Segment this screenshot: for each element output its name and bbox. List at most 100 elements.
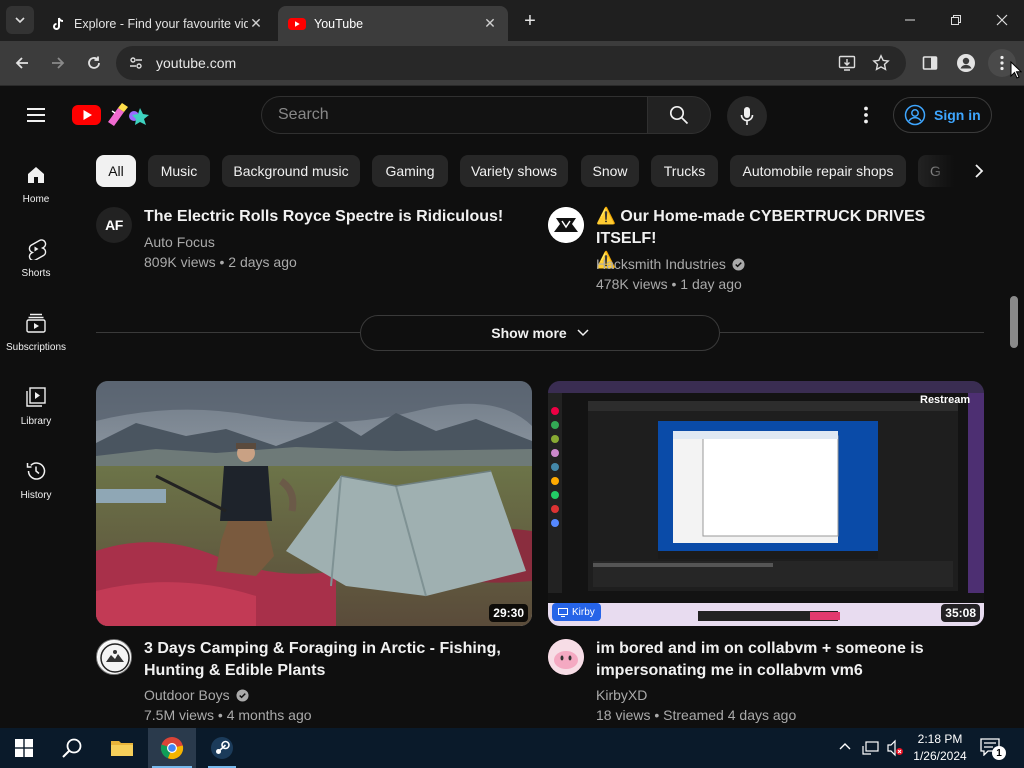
channel-name[interactable]: Auto Focus <box>144 232 215 252</box>
site-info-icon[interactable] <box>128 55 144 71</box>
close-window-button[interactable] <box>982 0 1022 40</box>
hacksmith-logo-icon <box>548 207 584 243</box>
chip-variety-shows[interactable]: Variety shows <box>460 155 568 187</box>
new-tab-button[interactable]: + <box>516 8 544 34</box>
restore-button[interactable] <box>936 0 976 40</box>
channel-name[interactable]: Outdoor Boys <box>144 685 249 705</box>
close-tab-icon[interactable]: ✕ <box>482 15 498 32</box>
channel-name[interactable]: Hacksmith Industries <box>596 254 745 274</box>
back-button[interactable] <box>8 49 36 77</box>
search-input[interactable]: Search <box>261 96 647 134</box>
windows-logo-icon <box>15 739 33 757</box>
volume-button[interactable] <box>886 739 904 757</box>
notification-center-button[interactable]: 1 <box>980 738 1008 760</box>
chevron-up-icon <box>839 743 851 750</box>
chip-snow[interactable]: Snow <box>581 155 639 187</box>
reload-button[interactable] <box>80 49 108 77</box>
chrome-taskbar-button[interactable] <box>148 728 196 768</box>
windows-taskbar: 2:18 PM 1/26/2024 1 <box>0 728 1024 768</box>
video-thumbnail[interactable]: Restream Kirby 35:08 <box>548 381 984 626</box>
guide-label: Shorts <box>21 267 51 279</box>
video-title[interactable]: 3 Days Camping & Foraging in Arctic - Fi… <box>144 638 524 682</box>
chip-all[interactable]: All <box>96 155 136 187</box>
channel-avatar[interactable] <box>548 639 584 675</box>
settings-menu-button[interactable] <box>852 101 880 129</box>
home-icon <box>28 166 44 183</box>
svg-text:Restream: Restream <box>920 394 970 406</box>
video-title[interactable]: The Electric Rolls Royce Spectre is Ridi… <box>144 206 524 228</box>
minimize-button[interactable] <box>890 0 930 40</box>
address-bar[interactable]: youtube.com <box>116 46 906 80</box>
chip-background-music[interactable]: Background music <box>222 155 360 187</box>
page-scrollbar-thumb[interactable] <box>1010 296 1018 348</box>
search-icon <box>62 738 82 758</box>
stream-badge: Kirby <box>552 603 601 621</box>
volume-muted-icon <box>887 739 903 757</box>
chip-trucks[interactable]: Trucks <box>651 155 718 187</box>
guide-item-history[interactable]: History <box>0 444 72 516</box>
profile-icon <box>957 54 975 72</box>
guide-item-shorts[interactable]: Shorts <box>0 222 72 294</box>
tab-search-button[interactable] <box>6 6 34 34</box>
divider <box>96 332 360 333</box>
file-explorer-button[interactable] <box>98 728 146 768</box>
chip-automobile-repair-shops[interactable]: Automobile repair shops <box>730 155 906 187</box>
guide-label: History <box>20 489 52 501</box>
plus-icon: + <box>524 9 536 32</box>
shorts-icon <box>28 238 47 260</box>
guide-item-library[interactable]: Library <box>0 370 72 442</box>
reload-icon <box>88 56 100 69</box>
profile-button[interactable] <box>952 49 980 77</box>
chevron-down-icon <box>577 329 589 337</box>
guide-item-home[interactable]: Home <box>0 148 72 220</box>
bookmark-star-icon[interactable] <box>872 54 890 72</box>
browser-toolbar: youtube.com <box>0 41 1024 86</box>
sign-in-button[interactable]: Sign in <box>893 97 992 133</box>
arctic-camping-thumbnail-image <box>96 381 532 626</box>
steam-icon <box>211 737 233 759</box>
taskbar-search-button[interactable] <box>48 728 96 768</box>
chip-music[interactable]: Music <box>148 155 210 187</box>
system-clock[interactable]: 2:18 PM 1/26/2024 <box>908 731 972 765</box>
clock-date: 1/26/2024 <box>913 749 967 763</box>
channel-avatar[interactable] <box>96 639 132 675</box>
show-hidden-icons-button[interactable] <box>838 740 852 754</box>
video-title-line: ⚠️ Our Home-made CYBERTRUCK DRIVES ITSEL… <box>596 208 926 247</box>
avatar-initials: AF <box>105 217 123 233</box>
show-more-button[interactable]: Show more <box>360 315 720 351</box>
video-thumbnail[interactable]: 29:30 <box>96 381 532 626</box>
subscriptions-icon <box>26 313 46 333</box>
search-button[interactable] <box>647 96 711 134</box>
arrow-right-icon <box>52 57 65 69</box>
voice-search-button[interactable] <box>727 96 767 136</box>
network-button[interactable] <box>862 740 880 756</box>
tab-title: Explore - Find your favourite videos on … <box>74 16 248 31</box>
video-meta: 7.5M views • 4 months ago <box>144 707 312 723</box>
youtube-logo[interactable] <box>72 102 160 128</box>
sign-in-label: Sign in <box>934 107 981 123</box>
guide-menu-button[interactable] <box>20 101 52 129</box>
channel-avatar[interactable]: AF <box>96 207 132 243</box>
install-app-icon[interactable] <box>838 54 856 72</box>
steam-taskbar-button[interactable] <box>198 728 246 768</box>
channel-name[interactable]: KirbyXD <box>596 685 647 705</box>
forward-button[interactable] <box>44 49 72 77</box>
chip-scroll-right-button[interactable] <box>964 157 994 185</box>
video-title-line: im bored and im on collabvm + someone is <box>596 640 924 657</box>
video-meta: 478K views • 1 day ago <box>596 276 742 292</box>
restore-icon <box>951 15 961 25</box>
hamburger-menu-icon <box>27 108 45 122</box>
minimize-icon <box>905 19 915 21</box>
guide-item-subscriptions[interactable]: Subscriptions <box>0 296 72 368</box>
channel-avatar[interactable] <box>548 207 584 243</box>
tab-youtube[interactable]: YouTube ✕ <box>278 6 508 41</box>
tab-tiktok[interactable]: Explore - Find your favourite videos on … <box>40 6 274 41</box>
chip-gaming[interactable]: Gaming <box>372 155 448 187</box>
filter-chip-bar: All Music Background music Gaming Variet… <box>96 153 996 187</box>
start-button[interactable] <box>0 728 48 768</box>
close-tab-icon[interactable]: ✕ <box>248 15 264 32</box>
side-panel-button[interactable] <box>916 49 944 77</box>
folder-icon <box>111 741 133 756</box>
chevron-right-icon <box>975 164 984 178</box>
video-title[interactable]: im bored and im on collabvm + someone is… <box>596 638 986 682</box>
